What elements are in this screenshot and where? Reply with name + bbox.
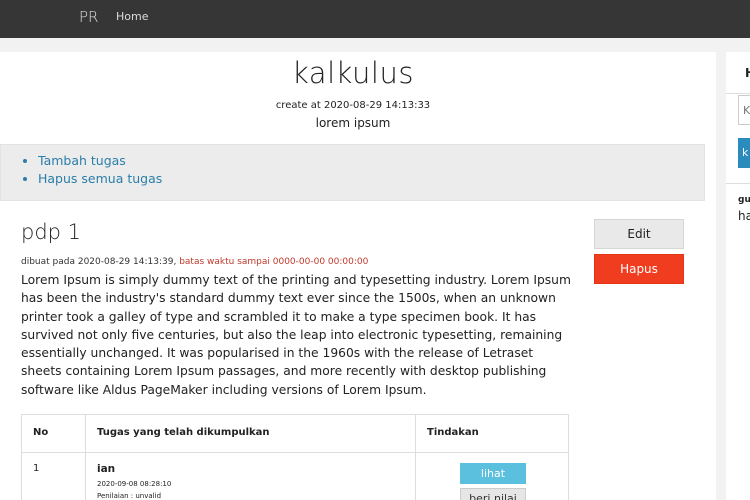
cell-submission: ian 2020-09-08 08:28:10 Penilaian : unva… [85,452,416,500]
sidebar-panel: H k gu ha [726,52,750,500]
nav-home-link[interactable]: Home [116,10,148,23]
sidebar-button[interactable]: k [738,138,750,168]
page-title: kalkulus [292,56,414,90]
sidebar-divider [726,93,750,94]
sidebar-input[interactable] [738,95,750,125]
task-created: dibuat pada 2020-08-29 14:13:39, [21,257,177,267]
brand-link[interactable]: PR [79,8,98,26]
created-timestamp: create at 2020-08-29 14:13:33 [275,100,431,111]
cell-actions: lihat beri nilai [415,452,569,500]
submissions-table: No Tugas yang telah dikumpulkan Tindakan… [21,414,569,500]
column-header-submission: Tugas yang telah dikumpulkan [85,414,416,453]
column-header-no: No [21,414,86,453]
delete-all-tasks-link[interactable]: Hapus semua tugas [38,171,162,186]
submission-status: Penilaian : unvalid [97,492,162,500]
column-header-action: Tindakan [415,414,569,453]
action-links-box: Tambah tugas Hapus semua tugas [0,144,705,201]
submission-date: 2020-09-08 08:28:10 [97,480,172,488]
sidebar-heading: H [745,66,750,80]
view-button[interactable]: lihat [460,463,526,484]
cell-no: 1 [21,452,86,500]
action-links-list: Tambah tugas Hapus semua tugas [26,152,704,188]
table-header-row: No Tugas yang telah dikumpulkan Tindakan [21,414,569,453]
main-panel: kalkulus create at 2020-08-29 14:13:33 l… [0,52,716,500]
task-deadline: batas waktu sampai 0000-00-00 00:00:00 [179,257,369,267]
grade-button[interactable]: beri nilai [460,488,526,500]
page-subtitle: lorem ipsum [315,116,391,130]
list-item: Hapus semua tugas [38,170,704,188]
sidebar-divider [726,183,750,184]
submitter-name: ian [97,463,116,475]
navbar: PR Home [0,0,750,38]
sidebar-text: ha [738,209,750,223]
task-meta: dibuat pada 2020-08-29 14:13:39, batas w… [21,257,368,267]
list-item: Tambah tugas [38,152,704,170]
task-description: Lorem Ipsum is simply dummy text of the … [21,273,571,397]
add-task-link[interactable]: Tambah tugas [38,153,126,168]
sidebar-label: gu [738,195,750,205]
edit-button[interactable]: Edit [594,219,684,249]
task-title: pdp 1 [21,220,82,244]
table-row: 1 ian 2020-09-08 08:28:10 Penilaian : un… [21,452,569,500]
delete-button[interactable]: Hapus [594,254,684,284]
